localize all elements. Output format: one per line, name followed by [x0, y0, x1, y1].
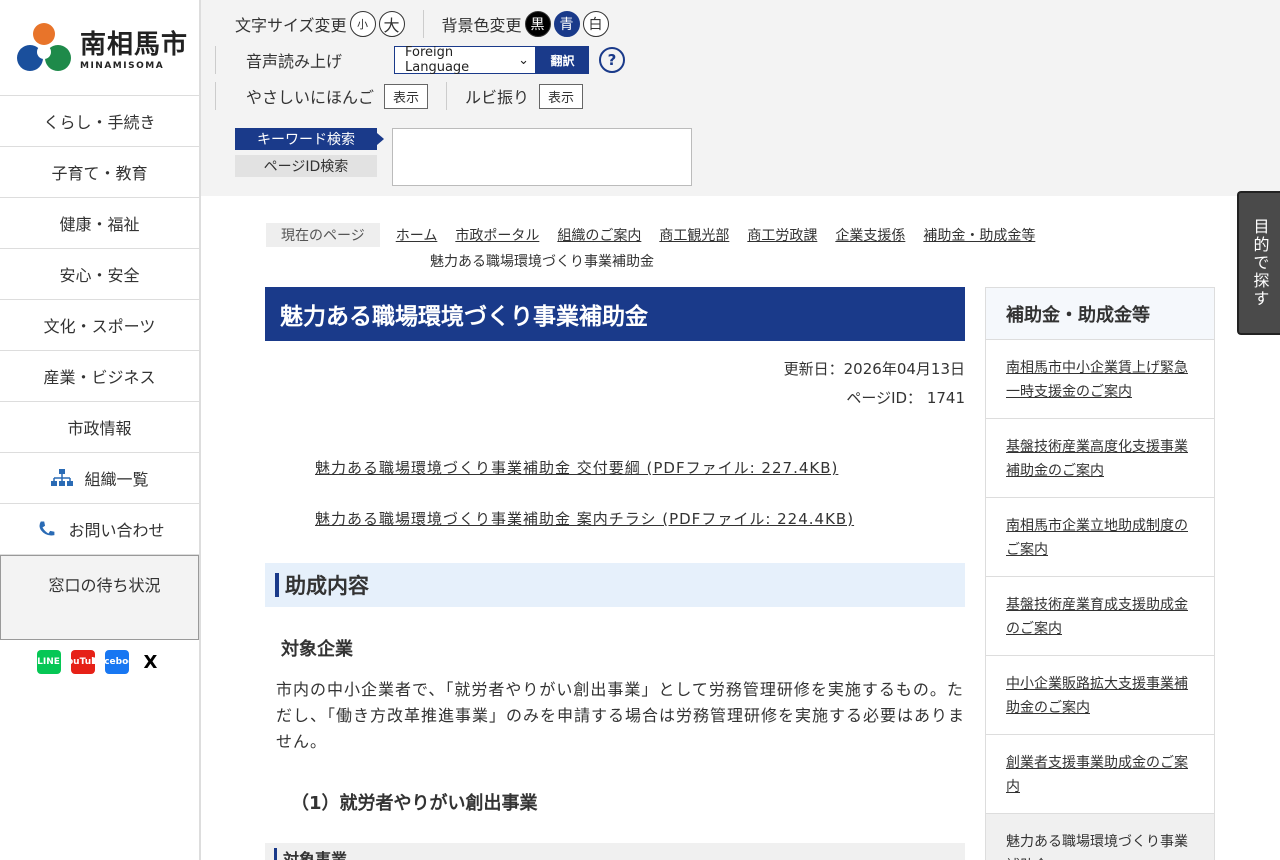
bg-black-button[interactable]: 黒 [524, 11, 551, 37]
related-link[interactable]: 基盤技術産業高度化支援事業補助金のご案内 [986, 419, 1214, 498]
related-link[interactable]: 南相馬市企業立地助成制度のご案内 [986, 498, 1214, 577]
nav-item-business[interactable]: 産業・ビジネス [0, 351, 199, 402]
related-links-heading: 補助金・助成金等 [986, 288, 1214, 340]
nav-item-contact[interactable]: お問い合わせ [0, 504, 199, 555]
main-content: 魅力ある職場環境づくり事業補助金 更新日：2026年04月13日 ページID： … [265, 287, 965, 860]
updated-date: 更新日：2026年04月13日 [783, 360, 965, 378]
breadcrumb-link[interactable]: ホーム [396, 225, 438, 245]
font-small-button[interactable]: 小 [349, 11, 376, 37]
nav-label: 産業・ビジネス [43, 368, 156, 387]
breadcrumb-link[interactable]: 商工観光部 [659, 225, 729, 245]
paragraph: 市内の中小企業者で、「就労者やりがい創出事業」として労務管理研修を実施するもの。… [276, 680, 966, 751]
breadcrumb-link[interactable]: 市政ポータル [455, 225, 539, 245]
bg-white-button[interactable]: 白 [582, 11, 609, 37]
subsection-heading: 対象事業 [265, 843, 965, 860]
pdf-link-guidelines[interactable]: 魅力ある職場環境づくり事業補助金 交付要綱 (PDFファイル: 227.4KB) [315, 457, 965, 478]
help-icon[interactable]: ? [599, 47, 626, 73]
divider [422, 10, 424, 38]
wait-status-panel[interactable]: 窓口の待ち状況 [0, 555, 199, 640]
easy-japanese-button[interactable]: 表示 [384, 83, 429, 109]
youtube-icon[interactable]: YouTube [61, 650, 104, 674]
nav-label: 組織一覧 [84, 470, 149, 489]
related-link[interactable]: 基盤技術産業育成支援助成金のご案内 [986, 577, 1214, 656]
chevron-down-icon: ⌄ [518, 52, 530, 68]
subsection-heading: 対象企業 [281, 639, 353, 660]
org-chart-icon [51, 469, 74, 486]
breadcrumb-link[interactable]: 組織のご案内 [557, 225, 641, 245]
phone-icon [40, 521, 55, 536]
page-title: 魅力ある職場環境づくり事業補助金 [265, 287, 965, 341]
header-tools: 文字サイズ変更 小 大 背景色変更 黒 青 白 音声読み上げ Foreign L… [201, 0, 1280, 196]
x-icon[interactable]: X [138, 650, 163, 674]
breadcrumb-label: 現在のページ [266, 223, 380, 247]
breadcrumb-link[interactable]: 補助金・助成金等 [923, 225, 1035, 245]
breadcrumb-link[interactable]: 商工労政課 [747, 225, 817, 245]
nav-item-childcare[interactable]: 子育て・教育 [0, 147, 199, 198]
nav-label: 文化・スポーツ [43, 317, 156, 336]
wait-status-label: 窓口の待ち状況 [48, 576, 161, 595]
purpose-search-tab[interactable]: 目的で探す [1237, 191, 1280, 335]
ruby-label: ルビ振り [465, 88, 530, 107]
divider [446, 82, 448, 110]
related-link-current: 魅力ある職場環境づくり事業補助金 [986, 814, 1214, 860]
font-large-button[interactable]: 大 [378, 11, 405, 37]
bg-blue-button[interactable]: 青 [553, 11, 580, 37]
pdf-link-flyer[interactable]: 魅力ある職場環境づくり事業補助金 案内チラシ (PDFファイル: 224.4KB… [315, 508, 965, 529]
easy-japanese-label: やさしいにほんご [246, 88, 375, 107]
sns-links: LINE YouTube Facebook X [0, 650, 199, 674]
nav-label: 安心・安全 [59, 266, 140, 285]
tab-page-id-search[interactable]: ページID検索 [235, 155, 377, 177]
related-link[interactable]: 南相馬市中小企業賃上げ緊急一時支援金のご案内 [986, 340, 1214, 419]
translate-button[interactable]: 翻訳 [536, 46, 590, 74]
active-tab-arrow [377, 133, 384, 145]
nav-label: くらし・手続き [43, 113, 156, 132]
nav-item-organization[interactable]: 組織一覧 [0, 453, 199, 504]
voice-label: 音声読み上げ [246, 52, 343, 71]
ruby-button[interactable]: 表示 [539, 83, 584, 109]
city-emblem-icon [17, 22, 71, 71]
section-heading: 助成内容 [265, 563, 965, 607]
font-size-label: 文字サイズ変更 [235, 16, 347, 35]
nav-item-city-info[interactable]: 市政情報 [0, 402, 199, 453]
sidebar: 南相馬市 MINAMISOMA くらし・手続き 子育て・教育 健康・福祉 安心・… [0, 0, 201, 860]
nav-item-life[interactable]: くらし・手続き [0, 96, 199, 147]
logo-name: 南相馬市 [80, 30, 189, 60]
tab-keyword-search[interactable]: キーワード検索 [235, 128, 377, 150]
breadcrumb: 現在のページ ホーム 市政ポータル 組織のご案内 商工観光部 商工労政課 企業支… [266, 223, 1216, 271]
language-selected: Foreign Language [405, 45, 470, 75]
language-select[interactable]: Foreign Language ⌄ [394, 45, 537, 75]
facebook-icon[interactable]: Facebook [93, 650, 140, 674]
nav-item-safety[interactable]: 安心・安全 [0, 249, 199, 300]
related-links: 補助金・助成金等 南相馬市中小企業賃上げ緊急一時支援金のご案内 基盤技術産業高度… [985, 287, 1215, 860]
subsection-heading: （1）就労者やりがい創出事業 [291, 793, 538, 814]
divider [215, 46, 216, 74]
logo-sub: MINAMISOMA [80, 61, 165, 71]
nav-label: 子育て・教育 [51, 164, 148, 183]
related-link[interactable]: 中小企業販路拡大支援事業補助金のご案内 [986, 656, 1214, 735]
site-logo[interactable]: 南相馬市 MINAMISOMA [0, 0, 199, 96]
related-link[interactable]: 創業者支援事業助成金のご案内 [986, 735, 1214, 814]
divider [215, 82, 216, 110]
line-icon[interactable]: LINE [36, 650, 61, 674]
search-input[interactable] [392, 128, 692, 186]
nav-label: お問い合わせ [68, 521, 165, 540]
nav-item-culture[interactable]: 文化・スポーツ [0, 300, 199, 351]
nav-label: 健康・福祉 [59, 215, 140, 234]
nav-label: 市政情報 [67, 419, 132, 438]
page-id: ページID： 1741 [846, 389, 965, 407]
nav-item-health[interactable]: 健康・福祉 [0, 198, 199, 249]
bg-color-label: 背景色変更 [441, 16, 522, 35]
breadcrumb-link[interactable]: 企業支援係 [835, 225, 905, 245]
breadcrumb-current: 魅力ある職場環境づくり事業補助金 [430, 254, 654, 270]
